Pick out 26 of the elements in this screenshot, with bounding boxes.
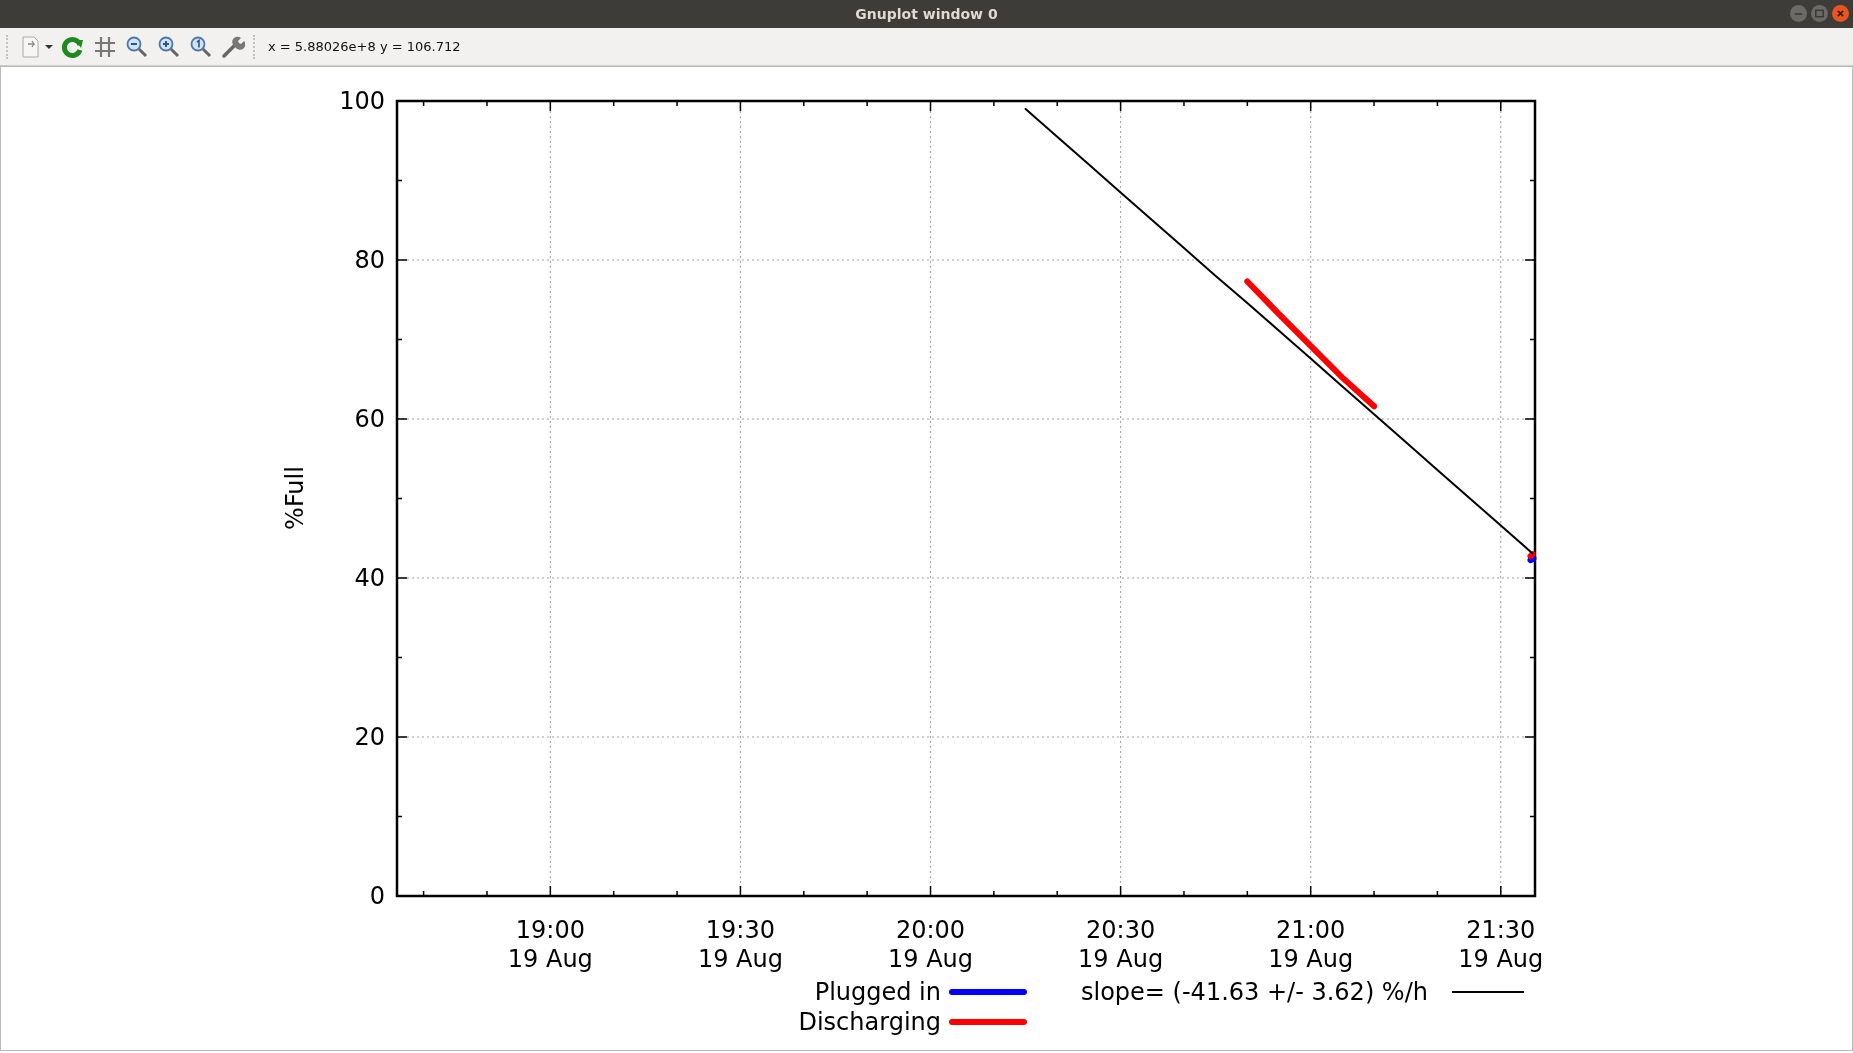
cursor-coordinates: x = 5.88026e+8 y = 106.712 xyxy=(268,39,461,54)
axis-tick-label: 19:30 19 Aug xyxy=(697,916,783,973)
zoom-in-icon[interactable] xyxy=(157,34,181,59)
axis-tick-label: 20 xyxy=(354,723,385,751)
axis-tick-label: 21:00 19 Aug xyxy=(1268,916,1354,973)
wrench-icon[interactable] xyxy=(221,34,245,59)
maximize-button[interactable] xyxy=(1811,5,1828,22)
axis-tick-label: 40 xyxy=(354,564,385,592)
y-axis-label: %Full xyxy=(281,466,309,530)
grid-icon[interactable] xyxy=(93,34,117,59)
axis-tick-label: 80 xyxy=(354,246,385,274)
zoom-reset-icon[interactable] xyxy=(189,34,213,59)
axis-tick-label: 60 xyxy=(354,405,385,433)
axis-tick-label: 0 xyxy=(369,882,385,910)
axis-tick-label: 20:00 19 Aug xyxy=(888,916,974,973)
legend-label: Discharging xyxy=(798,1008,941,1036)
legend-label: Plugged in xyxy=(814,978,941,1006)
window-title: Gnuplot window 0 xyxy=(855,6,998,22)
refresh-icon[interactable] xyxy=(61,34,85,59)
axis-tick-label: 100 xyxy=(339,87,385,115)
close-button[interactable] xyxy=(1832,5,1849,22)
legend-label: slope= (-41.63 +/- 3.62) %/h xyxy=(1081,978,1428,1006)
axis-tick-label: 21:30 19 Aug xyxy=(1458,916,1544,973)
zoom-out-icon[interactable] xyxy=(125,34,149,59)
axis-tick-label: 19:00 19 Aug xyxy=(507,916,593,973)
caret-icon[interactable] xyxy=(45,43,53,50)
